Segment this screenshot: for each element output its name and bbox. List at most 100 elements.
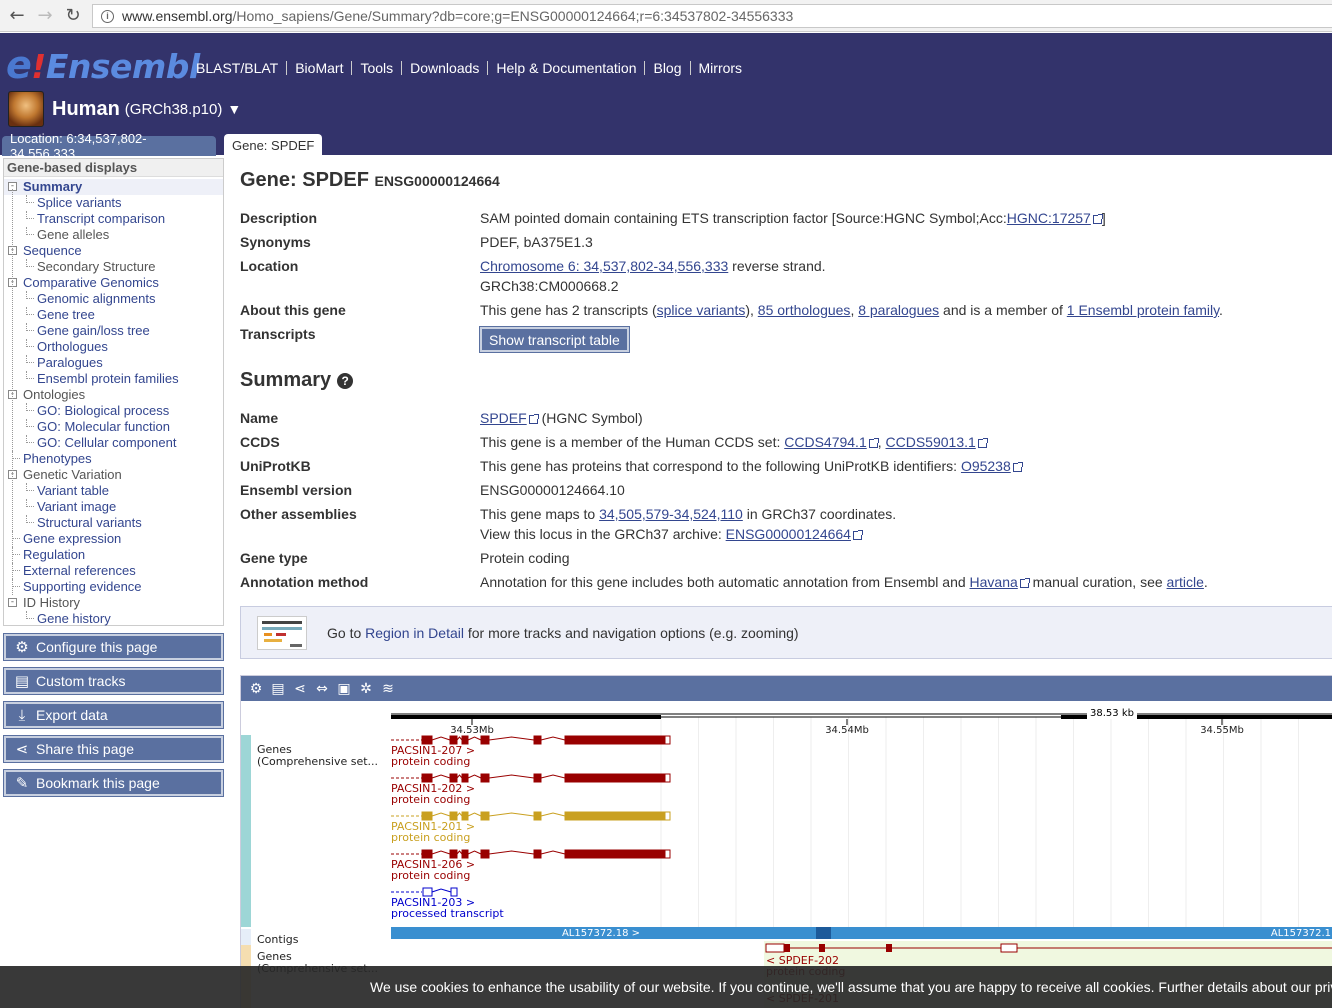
tree-connector	[26, 435, 34, 443]
share-icon[interactable]: ⋖	[289, 678, 311, 700]
sidebar-item-phenotypes[interactable]: Phenotypes	[4, 451, 223, 467]
sidebar-item-comparative-genomics[interactable]: - Comparative Genomics	[4, 275, 223, 291]
ruler-label: 34.53Mb	[450, 725, 494, 736]
sidebar-item-external-references[interactable]: External references	[4, 563, 223, 579]
sidebar-item-paralogues[interactable]: Paralogues	[4, 355, 223, 371]
sidebar-item-label: Supporting evidence	[23, 579, 142, 594]
chevron-down-icon[interactable]: ▼	[227, 101, 241, 117]
intron-line	[467, 774, 482, 779]
tree-connector	[12, 563, 20, 571]
orthologues-link[interactable]: 85 orthologues	[758, 302, 851, 318]
region-in-detail-link[interactable]: Region in Detail	[365, 625, 464, 641]
contig-bar	[391, 927, 1332, 939]
reload-icon[interactable]: ↻	[62, 5, 84, 27]
ensembl-logo[interactable]: e!Ensembl	[6, 43, 200, 87]
configure-this-page-button[interactable]: ⚙ Configure this page	[4, 634, 223, 660]
grch37-archive-link[interactable]: ENSG00000124664	[726, 526, 851, 542]
sidebar-item-go-cellular-component[interactable]: GO: Cellular component	[4, 435, 223, 451]
uniprot-link[interactable]: O95238	[961, 458, 1011, 474]
sidebar-item-sequence[interactable]: - Sequence	[4, 243, 223, 259]
nav-downloads[interactable]: Downloads	[402, 61, 489, 75]
species-name: Human	[52, 97, 120, 120]
hgnc-link[interactable]: HGNC:17257	[1007, 210, 1091, 226]
intron-line	[431, 812, 451, 817]
tree-connector	[26, 307, 34, 315]
species-selector[interactable]: Human (GRCh38.p10) ▼	[8, 91, 241, 127]
custom-tracks-icon[interactable]: ▤	[267, 678, 289, 700]
havana-link[interactable]: Havana	[970, 574, 1018, 590]
sidebar-item-genomic-alignments[interactable]: Genomic alignments	[4, 291, 223, 307]
forward-arrow-icon[interactable]: →	[34, 5, 56, 27]
sidebar-item-ensembl-protein-families[interactable]: Ensembl protein families	[4, 371, 223, 387]
tree-connector	[12, 547, 20, 555]
export-image-icon[interactable]: ▣	[333, 678, 355, 700]
intron-line	[488, 736, 535, 741]
genome-browser-svg: 38.53 kb34.53Mb 34.54Mb 34.55MbGenes(Compr…	[241, 707, 1332, 1008]
share-this-page-button[interactable]: ⋖ Share this page	[4, 736, 223, 762]
button-label: Export data	[36, 707, 108, 723]
reset-tracks-icon[interactable]: ≋	[377, 678, 399, 700]
sidebar-item-summary[interactable]: - Summary	[4, 179, 223, 195]
browser-toolbar: ← → ↻ i www.ensembl.org/Homo_sapiens/Gen…	[0, 0, 1332, 32]
sidebar-item-regulation[interactable]: Regulation	[4, 547, 223, 563]
sidebar-item-transcript-comparison[interactable]: Transcript comparison	[4, 211, 223, 227]
contig-marker	[816, 927, 831, 939]
tree-connector	[26, 323, 34, 331]
splice-variants-link[interactable]: splice variants	[657, 302, 746, 318]
intron-line	[467, 812, 482, 817]
sidebar-item-structural-variants[interactable]: Structural variants	[4, 515, 223, 531]
sidebar-item-supporting-evidence[interactable]: Supporting evidence	[4, 579, 223, 595]
sidebar-item-gene-expression[interactable]: Gene expression	[4, 531, 223, 547]
nav-help[interactable]: Help & Documentation	[488, 61, 646, 75]
sidebar-item-orthologues[interactable]: Orthologues	[4, 339, 223, 355]
exon	[449, 811, 458, 821]
ccds-link-2[interactable]: CCDS59013.1	[886, 434, 976, 450]
tab-gene[interactable]: Gene: SPDEF	[224, 134, 323, 156]
chromosome-location-link[interactable]: Chromosome 6: 34,537,802-34,556,333	[480, 258, 728, 274]
hgnc-symbol-link[interactable]: SPDEF	[480, 410, 527, 426]
top-nav: BLAST/BLAT BioMart Tools Downloads Help …	[188, 61, 750, 75]
show-transcript-table-button[interactable]: Show transcript table	[480, 327, 629, 352]
tree-collapse-icon[interactable]: -	[8, 598, 17, 607]
export-data-button[interactable]: ⤓ Export data	[4, 702, 223, 728]
nav-mirrors[interactable]: Mirrors	[691, 61, 751, 75]
genome-browser-image[interactable]: 38.53 kb 34.53Mb 34.54Mb 34.55Mb Genes (Compr…	[241, 701, 1332, 1008]
resize-icon[interactable]: ⇔	[311, 678, 333, 700]
back-arrow-icon[interactable]: ←	[6, 5, 28, 27]
sidebar-item-variant-image[interactable]: Variant image	[4, 499, 223, 515]
ccds-link-1[interactable]: CCDS4794.1	[784, 434, 867, 450]
url-host: www.ensembl.org	[122, 8, 233, 24]
protein-family-link[interactable]: 1 Ensembl protein family	[1067, 302, 1219, 318]
sidebar-item-label: Regulation	[23, 547, 86, 562]
info-icon[interactable]: i	[101, 9, 114, 23]
sidebar-item-gene-gain-loss-tree[interactable]: Gene gain/loss tree	[4, 323, 223, 339]
intron-line	[488, 812, 535, 817]
nav-blog[interactable]: Blog	[645, 61, 691, 75]
external-link-icon	[1012, 462, 1023, 472]
nav-tools[interactable]: Tools	[352, 61, 403, 75]
nav-biomart[interactable]: BioMart	[287, 61, 353, 75]
track-settings-icon[interactable]: ✲	[355, 678, 377, 700]
custom-tracks-button[interactable]: ▤ Custom tracks	[4, 668, 223, 694]
tab-location[interactable]: Location: 6:34,537,802-34,556,333	[2, 131, 216, 161]
bookmark-this-page-button[interactable]: ✎ Bookmark this page	[4, 770, 223, 796]
external-link-icon	[852, 530, 863, 540]
tree-connector	[26, 339, 34, 347]
configure-icon[interactable]: ⚙	[245, 678, 267, 700]
sidebar-item-gene-history[interactable]: Gene history	[4, 611, 223, 627]
region-thumbnail[interactable]	[257, 615, 307, 650]
help-icon[interactable]: ?	[337, 372, 354, 389]
article-link[interactable]: article	[1167, 574, 1204, 590]
paralogues-link[interactable]: 8 paralogues	[858, 302, 939, 318]
sidebar-item-variant-table[interactable]: Variant table	[4, 483, 223, 499]
sidebar-item-go-biological-process[interactable]: GO: Biological process	[4, 403, 223, 419]
tree-connector	[26, 499, 34, 507]
exon	[449, 773, 458, 783]
sidebar-item-gene-tree[interactable]: Gene tree	[4, 307, 223, 323]
sidebar-item-go-molecular-function[interactable]: GO: Molecular function	[4, 419, 223, 435]
sidebar-item-splice-variants[interactable]: Splice variants	[4, 195, 223, 211]
grch37-coordinates-link[interactable]: 34,505,579-34,524,110	[599, 506, 743, 522]
address-bar[interactable]: i www.ensembl.org/Homo_sapiens/Gene/Summ…	[92, 4, 1332, 28]
nav-blast[interactable]: BLAST/BLAT	[188, 61, 288, 75]
sidebar-item-label: Summary	[23, 179, 83, 194]
